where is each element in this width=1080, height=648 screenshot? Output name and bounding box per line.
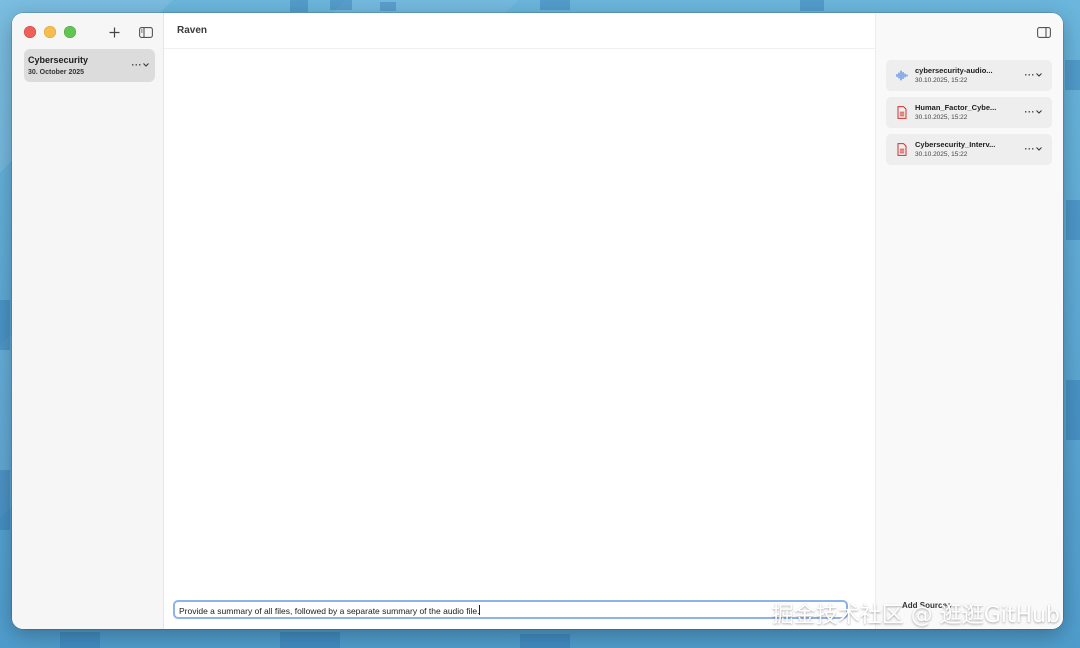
watermark-text: 掘金技术社区 @ 逛逛GitHub — [771, 603, 1060, 628]
zoom-window-button[interactable] — [64, 26, 76, 38]
chat-list-item[interactable]: Cybersecurity 30. October 2025 ··· — [24, 49, 155, 82]
header-divider — [164, 48, 875, 49]
wallpaper-tile — [0, 300, 10, 350]
chevron-down-icon — [1036, 73, 1042, 77]
prompt-input[interactable]: Provide a summary of all files, followed… — [173, 600, 848, 619]
source-file-date: 30.10.2025, 15:22 — [915, 114, 968, 121]
sidebar-right-icon — [1037, 26, 1051, 38]
toggle-inspector-button[interactable] — [1034, 22, 1054, 42]
minimize-window-button[interactable] — [44, 26, 56, 38]
toggle-sidebar-button[interactable] — [136, 22, 156, 42]
close-window-button[interactable] — [24, 26, 36, 38]
source-file-item[interactable]: Human_Factor_Cybe... 30.10.2025, 15:22 ·… — [886, 97, 1052, 128]
source-file-item[interactable]: cybersecurity-audio... 30.10.2025, 15:22… — [886, 60, 1052, 91]
text-caret — [479, 605, 481, 615]
sources-panel: cybersecurity-audio... 30.10.2025, 15:22… — [875, 13, 1063, 629]
wallpaper-tile — [1065, 60, 1080, 90]
window-controls — [24, 26, 76, 38]
sidebar-left-icon — [139, 26, 153, 38]
ellipsis-icon: ··· — [1024, 70, 1035, 80]
source-options-button[interactable]: ··· — [1025, 107, 1043, 117]
wallpaper-tile — [540, 0, 570, 10]
wallpaper-tile — [290, 0, 308, 12]
prompt-input-value: Provide a summary of all files, followed… — [179, 606, 480, 616]
audio-waveform-icon — [896, 70, 908, 81]
ellipsis-icon: ··· — [1024, 107, 1035, 117]
app-window: Cybersecurity 30. October 2025 ··· Raven… — [12, 13, 1063, 629]
source-options-button[interactable]: ··· — [1025, 144, 1043, 154]
plus-icon — [109, 27, 119, 37]
chat-main-area: Raven Provide a summary of all files, fo… — [164, 13, 875, 629]
wallpaper-tile — [60, 632, 100, 648]
wallpaper-tile — [520, 634, 570, 648]
ellipsis-icon: ··· — [1024, 144, 1035, 154]
chat-options-button[interactable]: ··· — [132, 60, 150, 70]
pdf-document-icon — [897, 106, 907, 119]
wallpaper-tile — [380, 2, 396, 11]
chat-sidebar: Cybersecurity 30. October 2025 ··· — [12, 13, 164, 629]
wallpaper-tile — [330, 0, 352, 10]
wallpaper-tile — [1066, 200, 1080, 240]
source-file-date: 30.10.2025, 15:22 — [915, 151, 968, 158]
source-file-name: cybersecurity-audio... — [915, 66, 993, 75]
source-file-date: 30.10.2025, 15:22 — [915, 77, 968, 84]
chevron-down-icon — [143, 63, 149, 67]
source-file-item[interactable]: Cybersecurity_Interv... 30.10.2025, 15:2… — [886, 134, 1052, 165]
wallpaper-tile — [800, 0, 824, 11]
wallpaper-tile — [1066, 380, 1080, 440]
ellipsis-icon: ··· — [131, 60, 142, 70]
source-options-button[interactable]: ··· — [1025, 70, 1043, 80]
chevron-down-icon — [1036, 110, 1042, 114]
wallpaper-tile — [0, 470, 10, 530]
app-title: Raven — [177, 25, 208, 36]
new-chat-button[interactable] — [104, 22, 124, 42]
pdf-document-icon — [897, 143, 907, 156]
source-file-name: Human_Factor_Cybe... — [915, 103, 997, 112]
chevron-down-icon — [1036, 147, 1042, 151]
source-file-name: Cybersecurity_Interv... — [915, 140, 996, 149]
wallpaper-tile — [280, 632, 340, 648]
